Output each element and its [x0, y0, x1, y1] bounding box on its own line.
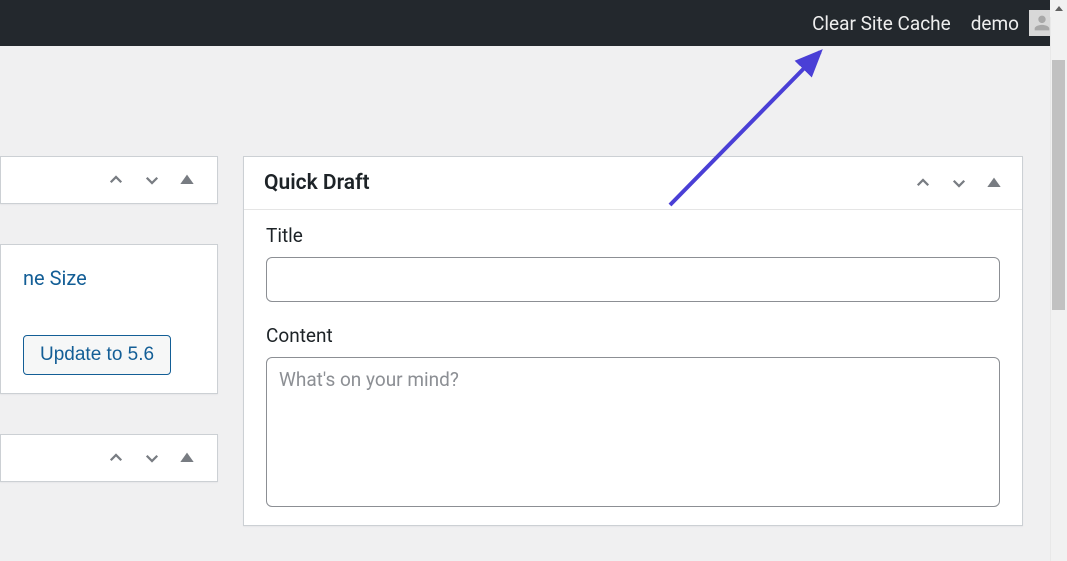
quick-draft-widget: Quick Draft Title Content: [243, 156, 1023, 526]
chevron-down-icon[interactable]: [143, 449, 161, 467]
dashboard-content: ne Size Update to 5.6: [0, 46, 1067, 526]
user-menu[interactable]: demo: [971, 10, 1055, 36]
chevron-up-icon[interactable]: [914, 174, 932, 192]
collapse-icon[interactable]: [179, 450, 195, 466]
username-label: demo: [971, 12, 1019, 35]
update-button[interactable]: Update to 5.6: [23, 335, 171, 375]
chevron-up-icon[interactable]: [107, 171, 125, 189]
scrollbar[interactable]: [1050, 0, 1067, 561]
collapse-icon[interactable]: [986, 175, 1002, 191]
chevron-up-icon[interactable]: [107, 449, 125, 467]
left-widget-top: [0, 156, 218, 204]
content-label: Content: [266, 324, 1000, 347]
clear-cache-link[interactable]: Clear Site Cache: [812, 12, 951, 35]
admin-bar: Clear Site Cache demo: [0, 0, 1067, 46]
content-textarea[interactable]: [266, 357, 1000, 507]
scrollbar-up-icon[interactable]: [1050, 0, 1067, 17]
title-input[interactable]: [266, 257, 1000, 302]
chevron-down-icon[interactable]: [143, 171, 161, 189]
left-widget-bottom: [0, 434, 218, 482]
title-label: Title: [266, 224, 1000, 247]
quick-draft-title: Quick Draft: [264, 171, 370, 195]
size-link[interactable]: ne Size: [23, 263, 195, 293]
left-widget-middle: ne Size Update to 5.6: [0, 244, 218, 394]
chevron-down-icon[interactable]: [950, 174, 968, 192]
collapse-icon[interactable]: [179, 172, 195, 188]
scrollbar-thumb[interactable]: [1052, 60, 1065, 310]
